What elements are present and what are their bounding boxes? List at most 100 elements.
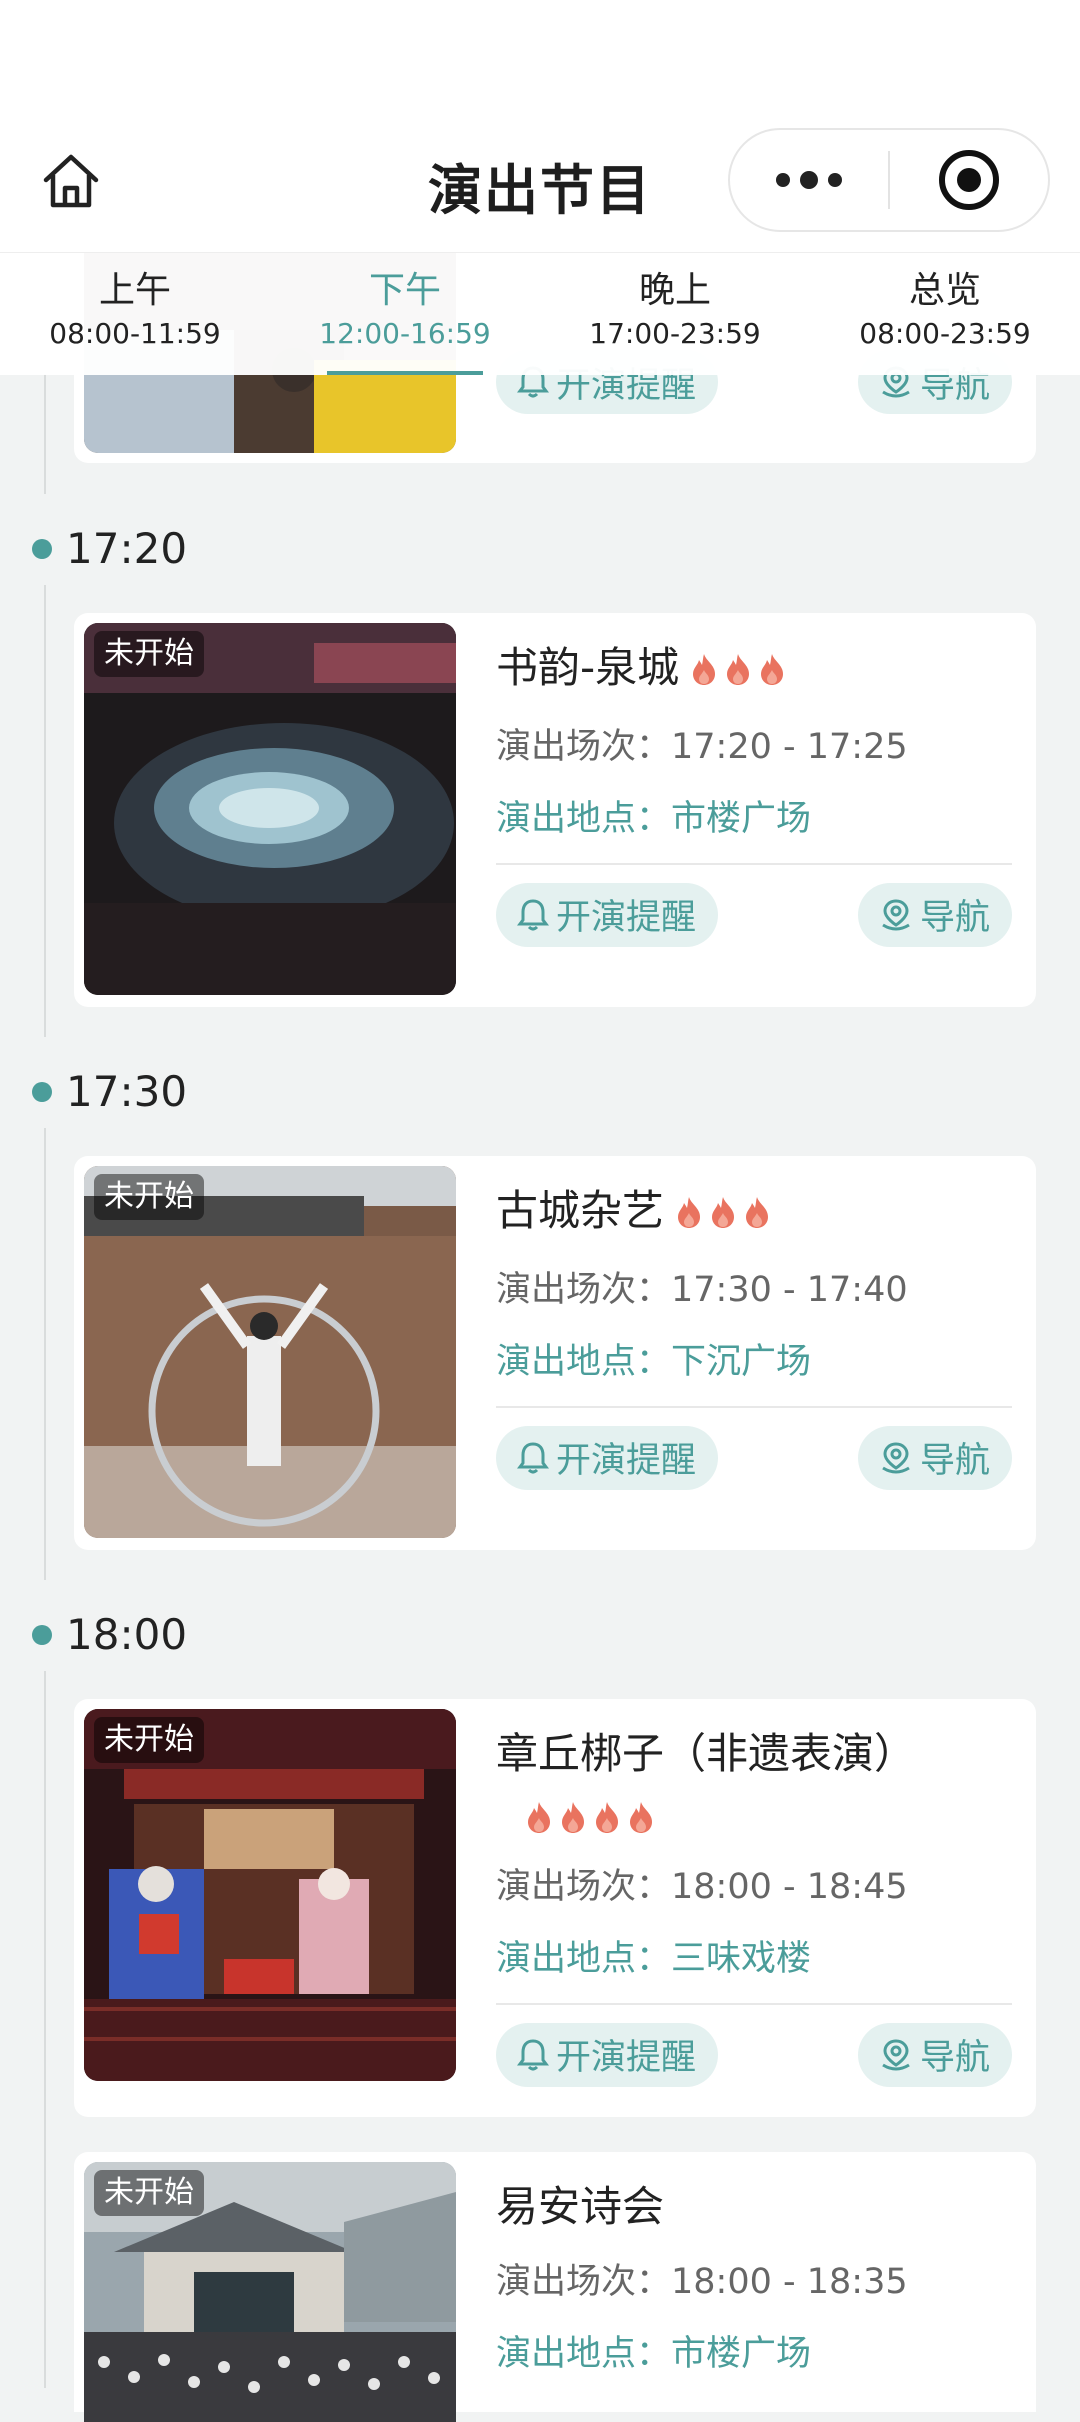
tab-range: 08:00-11:59 [49,317,221,350]
tab-range: 17:00-23:59 [589,317,761,350]
time-period-tabs: 上午 08:00-11:59 下午 12:00-16:59 晚上 17:00-2… [0,252,1080,375]
location-pin-icon [878,1440,914,1476]
flame-icon [742,1184,772,1246]
time-label: 18:00 [66,1610,188,1659]
tab-range: 08:00-23:59 [859,317,1031,350]
remind-label: 开演提醒 [556,1441,697,1482]
session-label: 演出场次： [496,726,672,767]
tab-label: 上午 [98,270,171,311]
time-group-header: 17:30 [32,1067,187,1116]
show-session: 演出场次：18:00 - 18:35 [496,2252,1012,2312]
timeline-line [44,374,46,494]
tab-overview[interactable]: 总览 08:00-23:59 [810,253,1080,375]
timeline-dot [32,1081,52,1102]
mini-program-capsule [728,128,1050,232]
show-card[interactable]: 未开始 书韵-泉城 演出场次：17:20 - 17:25 演出地点：市楼广场 开… [74,613,1036,1007]
status-badge: 未开始 [94,631,204,677]
session-time: 17:20 - 17:25 [671,726,908,767]
remind-label: 开演提醒 [556,2038,697,2079]
flame-icon [626,1789,656,1851]
navigate-button[interactable]: 导航 [857,1425,1012,1490]
timeline-line [44,1671,46,2388]
navigate-label: 导航 [919,1441,990,1482]
tab-afternoon[interactable]: 下午 12:00-16:59 [270,253,540,375]
location-label: 演出地点： [496,1341,672,1382]
show-title: 书韵-泉城 [496,643,680,692]
show-title: 古城杂艺 [496,1186,665,1235]
location-value: 市楼广场 [671,798,812,839]
card-divider [496,1405,1012,1408]
session-label: 演出场次： [496,1866,672,1907]
flame-icon [558,1789,588,1851]
time-label: 17:30 [66,1067,188,1116]
location-value: 市楼广场 [671,2334,812,2374]
timeline-dot [32,1624,52,1645]
hot-rating [524,1786,660,1851]
bell-icon [516,1440,550,1476]
session-label: 演出场次： [496,1269,672,1310]
time-group-header: 17:20 [32,524,187,573]
show-location: 演出地点：市楼广场 [496,2324,1012,2384]
remind-button[interactable]: 开演提醒 [496,2022,719,2087]
target-circle-icon[interactable] [890,130,1048,230]
status-badge: 未开始 [94,1717,204,1763]
hot-rating [674,1181,776,1246]
flame-icon [708,1184,738,1246]
remind-label: 开演提醒 [556,898,697,939]
status-badge: 未开始 [94,1174,204,1220]
tab-range: 12:00-16:59 [319,317,491,350]
navigate-button[interactable]: 导航 [857,882,1012,947]
show-title: 易安诗会 [496,2182,665,2231]
tab-label: 总览 [908,270,981,311]
navigate-button[interactable]: 导航 [857,2022,1012,2087]
session-label: 演出场次： [496,2262,672,2302]
location-value: 三味戏楼 [671,1938,812,1979]
bell-icon [516,2037,550,2073]
show-session: 演出场次：17:20 - 17:25 [496,717,1012,777]
navigate-label: 导航 [919,898,990,939]
bell-icon [516,897,550,933]
card-divider [496,2002,1012,2005]
timeline-line [44,585,46,1037]
tab-evening[interactable]: 晚上 17:00-23:59 [540,253,810,375]
show-thumbnail: 未开始 [84,1709,456,2081]
show-card[interactable]: 未开始 易安诗会 演出场次：18:00 - 18:35 演出地点：市楼广场 [74,2152,1036,2422]
show-title: 章丘梆子（非遗表演） [496,1729,917,1778]
show-location: 演出地点：下沉广场 [496,1332,1012,1392]
flame-icon [757,641,787,703]
flame-icon [592,1789,622,1851]
show-card[interactable]: 未开始 古城杂艺 演出场次：17:30 - 17:40 演出地点：下沉广场 开演… [74,1156,1036,1550]
top-navigation-bar: 演出节目 [0,0,1080,252]
show-session: 演出场次：17:30 - 17:40 [496,1260,1012,1320]
location-label: 演出地点： [496,1938,672,1979]
show-location: 演出地点：三味戏楼 [496,1929,1012,1989]
location-pin-icon [878,897,914,933]
show-session: 演出场次：18:00 - 18:45 [496,1857,1012,1917]
show-thumbnail: 未开始 [84,2162,456,2422]
card-divider [496,862,1012,865]
tab-label: 下午 [368,270,441,311]
more-dots-icon[interactable] [730,130,888,230]
flame-icon [689,641,719,703]
time-label: 17:20 [66,524,188,573]
timeline-line [44,1128,46,1580]
timeline-dot [32,538,52,559]
flame-icon [723,641,753,703]
tab-morning[interactable]: 上午 08:00-11:59 [0,253,270,375]
show-thumbnail: 未开始 [84,1166,456,1538]
remind-button[interactable]: 开演提醒 [496,882,719,947]
status-badge: 未开始 [94,2170,204,2216]
show-card[interactable]: 未开始 章丘梆子（非遗表演） 演出场次：18:00 - 18:45 演出地点：三… [74,1699,1036,2117]
hot-rating [689,638,791,703]
flame-icon [524,1789,554,1851]
navigate-label: 导航 [919,2038,990,2079]
location-label: 演出地点： [496,798,672,839]
remind-button[interactable]: 开演提醒 [496,1425,719,1490]
flame-icon [674,1184,704,1246]
tab-label: 晚上 [638,270,711,311]
location-value: 下沉广场 [671,1341,812,1382]
location-label: 演出地点： [496,2334,672,2374]
location-pin-icon [878,2037,914,2073]
session-time: 18:00 - 18:35 [671,2262,908,2302]
time-group-header: 18:00 [32,1610,187,1659]
